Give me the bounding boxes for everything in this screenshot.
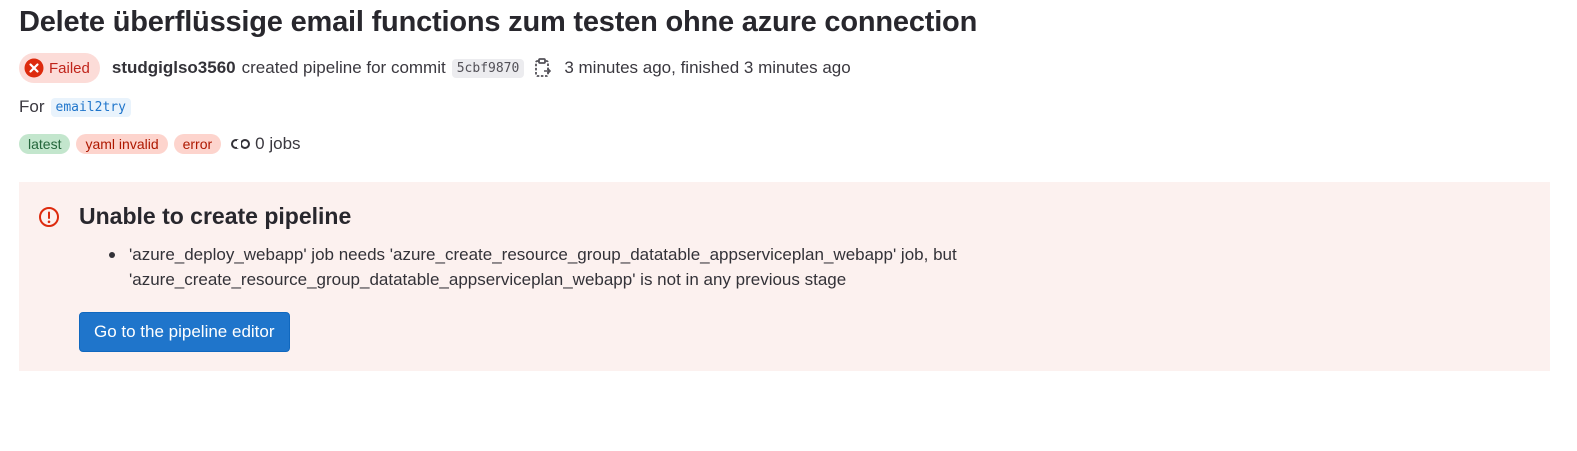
pipeline-page: Delete überflüssige email functions zum … xyxy=(0,0,1577,451)
ref-row: For email2try xyxy=(19,97,131,117)
pipeline-editor-button[interactable]: Go to the pipeline editor xyxy=(79,312,290,352)
pipeline-badges: latest yaml invalid error 0 jobs xyxy=(19,133,301,155)
error-list: 'azure_deploy_webapp' job needs 'azure_c… xyxy=(109,242,1109,292)
pipeline-jobs-icon xyxy=(231,139,251,149)
branch-link[interactable]: email2try xyxy=(50,97,131,117)
jobs-count: 0 jobs xyxy=(231,134,301,154)
error-icon xyxy=(38,206,60,228)
author-link[interactable]: studgiglso3560 xyxy=(112,58,236,78)
status-label: Failed xyxy=(49,59,90,77)
pipeline-error-alert: Unable to create pipeline 'azure_deploy_… xyxy=(19,182,1550,371)
status-failed-icon xyxy=(24,58,44,78)
pipeline-meta: Failed studgiglso3560 created pipeline f… xyxy=(19,53,851,83)
yaml-invalid-badge: yaml invalid xyxy=(76,134,168,154)
latest-badge: latest xyxy=(19,134,71,154)
error-message: 'azure_deploy_webapp' job needs 'azure_c… xyxy=(109,242,1109,292)
status-badge[interactable]: Failed xyxy=(19,53,100,83)
ref-prefix: For xyxy=(19,97,45,116)
page-title: Delete überflüssige email functions zum … xyxy=(19,6,978,38)
pipeline-time: 3 minutes ago, finished 3 minutes ago xyxy=(564,58,851,77)
action-text: created pipeline for commit xyxy=(241,58,446,77)
clipboard-icon xyxy=(535,58,552,77)
alert-title: Unable to create pipeline xyxy=(79,203,352,229)
error-badge: error xyxy=(173,134,222,154)
jobs-count-label: 0 jobs xyxy=(255,134,301,153)
copy-commit-sha-button[interactable] xyxy=(532,57,554,79)
commit-sha-link[interactable]: 5cbf9870 xyxy=(451,58,525,78)
